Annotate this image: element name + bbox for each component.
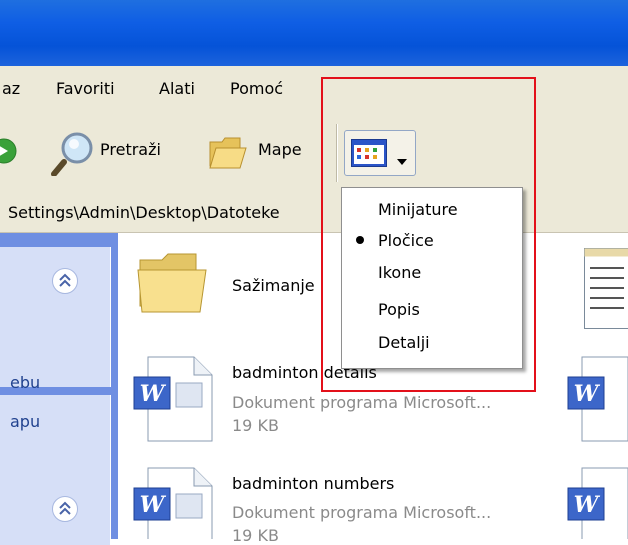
folders-button[interactable]: Mape xyxy=(206,132,316,176)
file-name[interactable]: badminton numbers xyxy=(232,474,394,493)
search-label: Pretraži xyxy=(100,140,161,159)
word-document-icon[interactable]: W xyxy=(566,466,628,543)
file-type: Dokument programa Microsoft... xyxy=(232,393,491,412)
menu-help[interactable]: Pomoć xyxy=(230,79,283,98)
word-document-icon[interactable]: W xyxy=(132,466,218,543)
menu-tools[interactable]: Alati xyxy=(159,79,195,98)
forward-arrow-icon[interactable] xyxy=(0,136,20,166)
word-document-icon[interactable]: W xyxy=(566,355,628,449)
svg-text:W: W xyxy=(140,381,167,407)
file-type: Dokument programa Microsoft... xyxy=(232,503,491,522)
address-path[interactable]: Settings\Admin\Desktop\Datoteke xyxy=(8,203,280,222)
svg-text:W: W xyxy=(574,381,601,407)
highlight-box xyxy=(321,77,536,392)
menu-favorites[interactable]: Favoriti xyxy=(56,79,115,98)
svg-text:W: W xyxy=(140,492,167,518)
collapse-icon[interactable] xyxy=(52,496,78,522)
word-document-icon[interactable]: W xyxy=(132,355,218,449)
file-size: 19 KB xyxy=(232,416,279,435)
task-pane-box xyxy=(0,247,111,387)
file-name[interactable]: Sažimanje xyxy=(232,276,315,295)
folders-label: Mape xyxy=(258,140,302,159)
folders-icon xyxy=(206,132,250,176)
text-document-icon[interactable] xyxy=(584,248,628,336)
task-link[interactable]: ebu xyxy=(10,373,40,392)
search-button[interactable]: Pretraži xyxy=(50,128,180,176)
svg-text:W: W xyxy=(574,492,601,518)
menu-view[interactable]: az xyxy=(2,79,20,98)
search-icon xyxy=(50,128,98,180)
folder-icon[interactable] xyxy=(136,250,212,320)
file-size: 19 KB xyxy=(232,526,279,545)
collapse-icon[interactable] xyxy=(52,268,78,294)
title-bar[interactable] xyxy=(0,0,628,66)
task-link[interactable]: apu xyxy=(10,412,40,431)
